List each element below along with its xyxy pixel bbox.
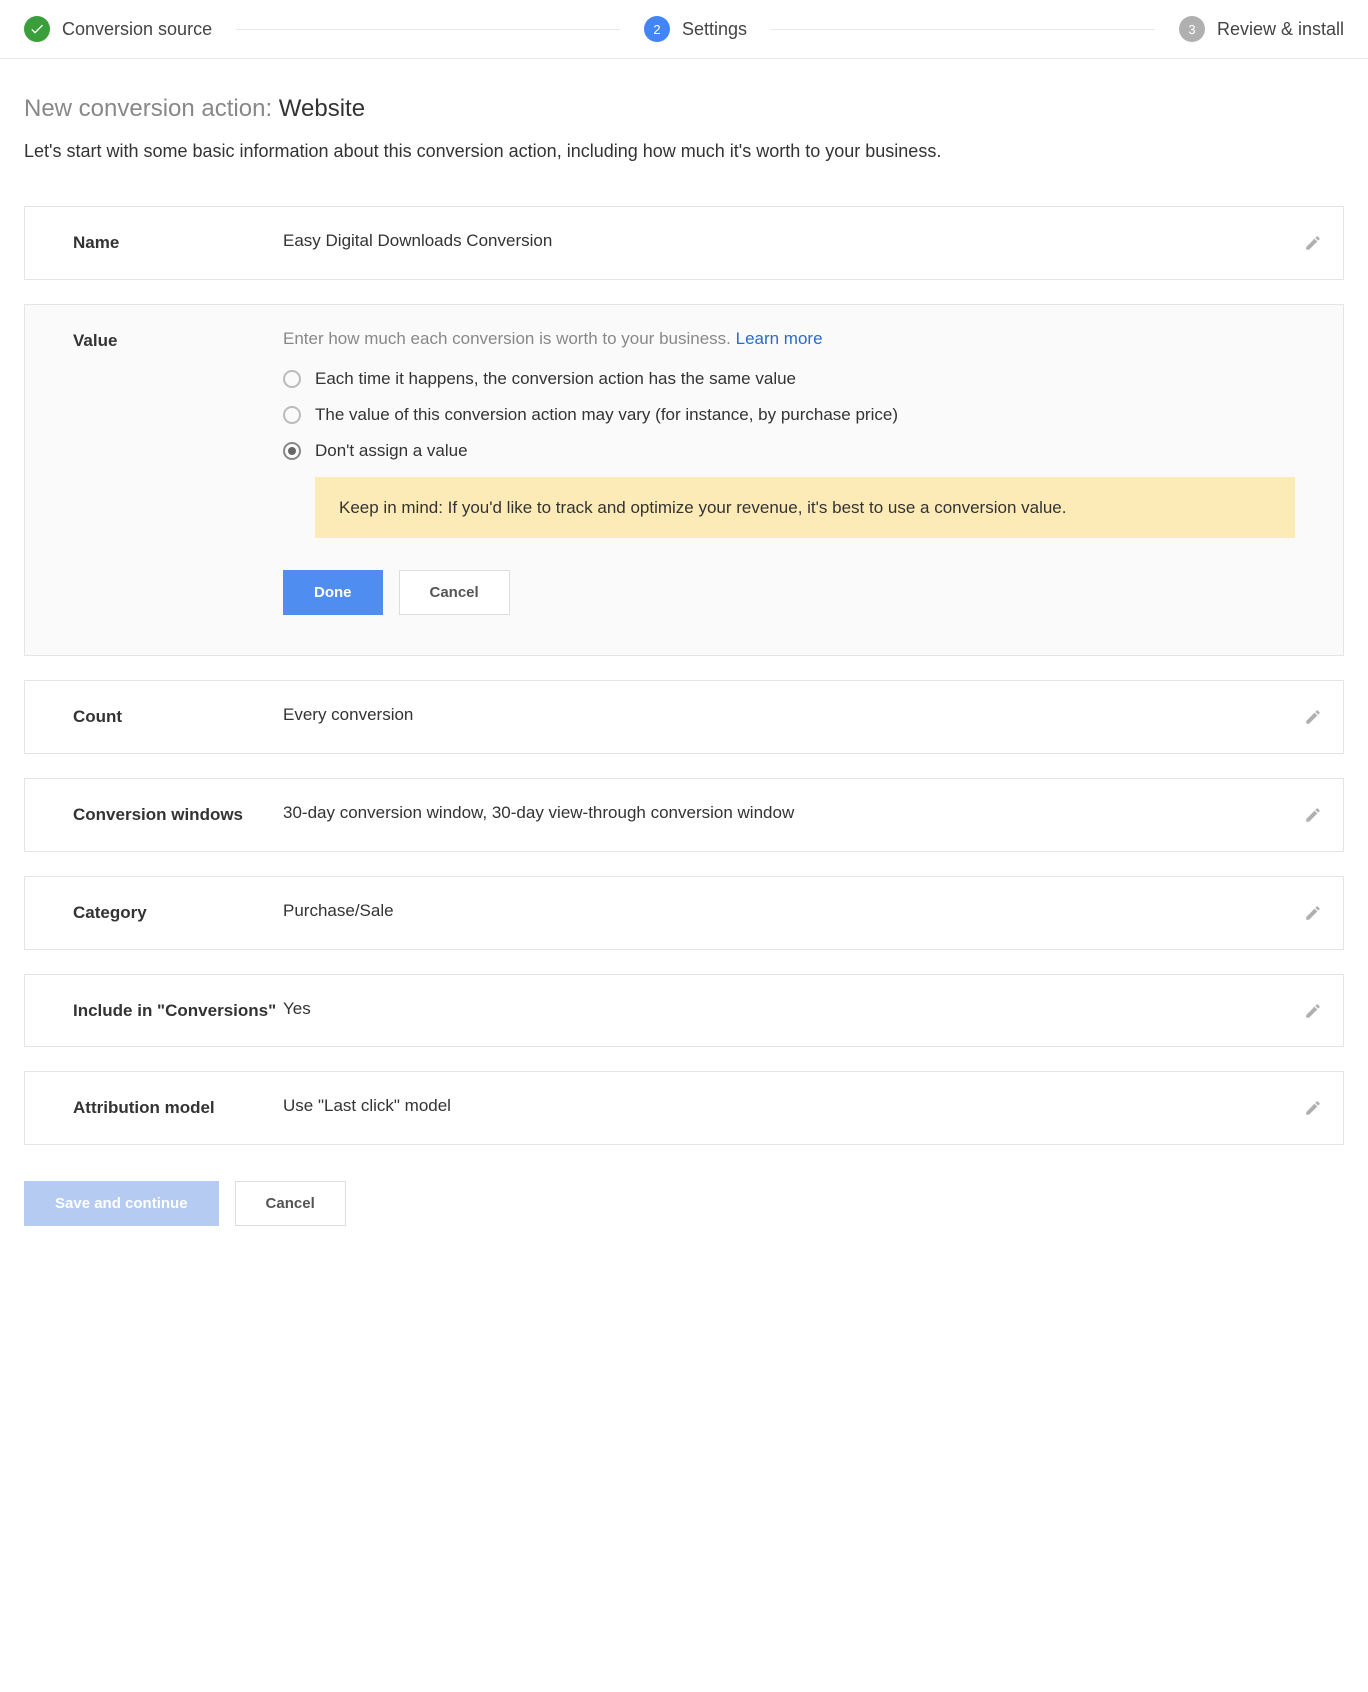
step-divider <box>236 29 620 30</box>
radio-label: Each time it happens, the conversion act… <box>315 369 796 389</box>
card-value: Easy Digital Downloads Conversion <box>283 231 1295 255</box>
edit-category-button[interactable] <box>1299 899 1327 927</box>
card-label: Count <box>73 705 283 729</box>
card-label: Conversion windows <box>73 803 283 827</box>
cancel-button[interactable]: Cancel <box>235 1181 346 1226</box>
radio-icon <box>283 370 301 388</box>
warning-message: Keep in mind: If you'd like to track and… <box>315 477 1295 539</box>
radio-option-same-value[interactable]: Each time it happens, the conversion act… <box>283 369 1295 389</box>
card-value: Yes <box>283 999 1295 1023</box>
value-description: Enter how much each conversion is worth … <box>283 329 1295 349</box>
title-prefix: New conversion action: <box>24 95 279 122</box>
edit-name-button[interactable] <box>1299 229 1327 257</box>
save-and-continue-button[interactable]: Save and continue <box>24 1181 219 1226</box>
edit-attribution-button[interactable] <box>1299 1094 1327 1122</box>
radio-label: Don't assign a value <box>315 441 468 461</box>
step-number-icon: 3 <box>1179 16 1205 42</box>
pencil-icon <box>1304 1099 1322 1117</box>
step-label: Settings <box>682 19 747 40</box>
stepper: Conversion source 2 Settings 3 Review & … <box>0 0 1368 59</box>
card-value: Purchase/Sale <box>283 901 1295 925</box>
done-button[interactable]: Done <box>283 570 383 615</box>
card-count: Count Every conversion <box>24 680 1344 754</box>
edit-include-button[interactable] <box>1299 997 1327 1025</box>
step-label: Conversion source <box>62 19 212 40</box>
cancel-value-button[interactable]: Cancel <box>399 570 510 615</box>
step-label: Review & install <box>1217 19 1344 40</box>
card-value: Every conversion <box>283 705 1295 729</box>
card-name: Name Easy Digital Downloads Conversion <box>24 206 1344 280</box>
card-label: Attribution model <box>73 1096 283 1120</box>
radio-option-no-value[interactable]: Don't assign a value <box>283 441 1295 461</box>
learn-more-link[interactable]: Learn more <box>736 329 823 348</box>
page-content: New conversion action: Website Let's sta… <box>0 59 1368 1266</box>
edit-conversion-windows-button[interactable] <box>1299 801 1327 829</box>
title-source: Website <box>279 95 365 122</box>
pencil-icon <box>1304 904 1322 922</box>
page-description: Let's start with some basic information … <box>24 141 1344 162</box>
card-label: Category <box>73 901 283 925</box>
card-attribution-model: Attribution model Use "Last click" model <box>24 1071 1344 1145</box>
card-include-in-conversions: Include in "Conversions" Yes <box>24 974 1344 1048</box>
card-category: Category Purchase/Sale <box>24 876 1344 950</box>
pencil-icon <box>1304 806 1322 824</box>
step-settings[interactable]: 2 Settings <box>644 16 747 42</box>
card-label: Include in "Conversions" <box>73 999 283 1023</box>
radio-icon <box>283 406 301 424</box>
card-label: Name <box>73 231 283 255</box>
step-number-icon: 2 <box>644 16 670 42</box>
pencil-icon <box>1304 1002 1322 1020</box>
radio-label: The value of this conversion action may … <box>315 405 898 425</box>
radio-icon <box>283 442 301 460</box>
pencil-icon <box>1304 708 1322 726</box>
pencil-icon <box>1304 234 1322 252</box>
radio-option-vary-value[interactable]: The value of this conversion action may … <box>283 405 1295 425</box>
card-value: Use "Last click" model <box>283 1096 1295 1120</box>
footer-actions: Save and continue Cancel <box>24 1181 1344 1226</box>
step-divider <box>771 29 1155 30</box>
page-title: New conversion action: Website <box>24 95 1344 123</box>
card-value-expanded: Value Enter how much each conversion is … <box>24 304 1344 657</box>
edit-count-button[interactable] <box>1299 703 1327 731</box>
card-conversion-windows: Conversion windows 30-day conversion win… <box>24 778 1344 852</box>
check-icon <box>24 16 50 42</box>
card-label: Value <box>73 329 283 616</box>
step-review-install[interactable]: 3 Review & install <box>1179 16 1344 42</box>
step-conversion-source[interactable]: Conversion source <box>24 16 212 42</box>
card-value: 30-day conversion window, 30-day view-th… <box>283 803 1295 827</box>
